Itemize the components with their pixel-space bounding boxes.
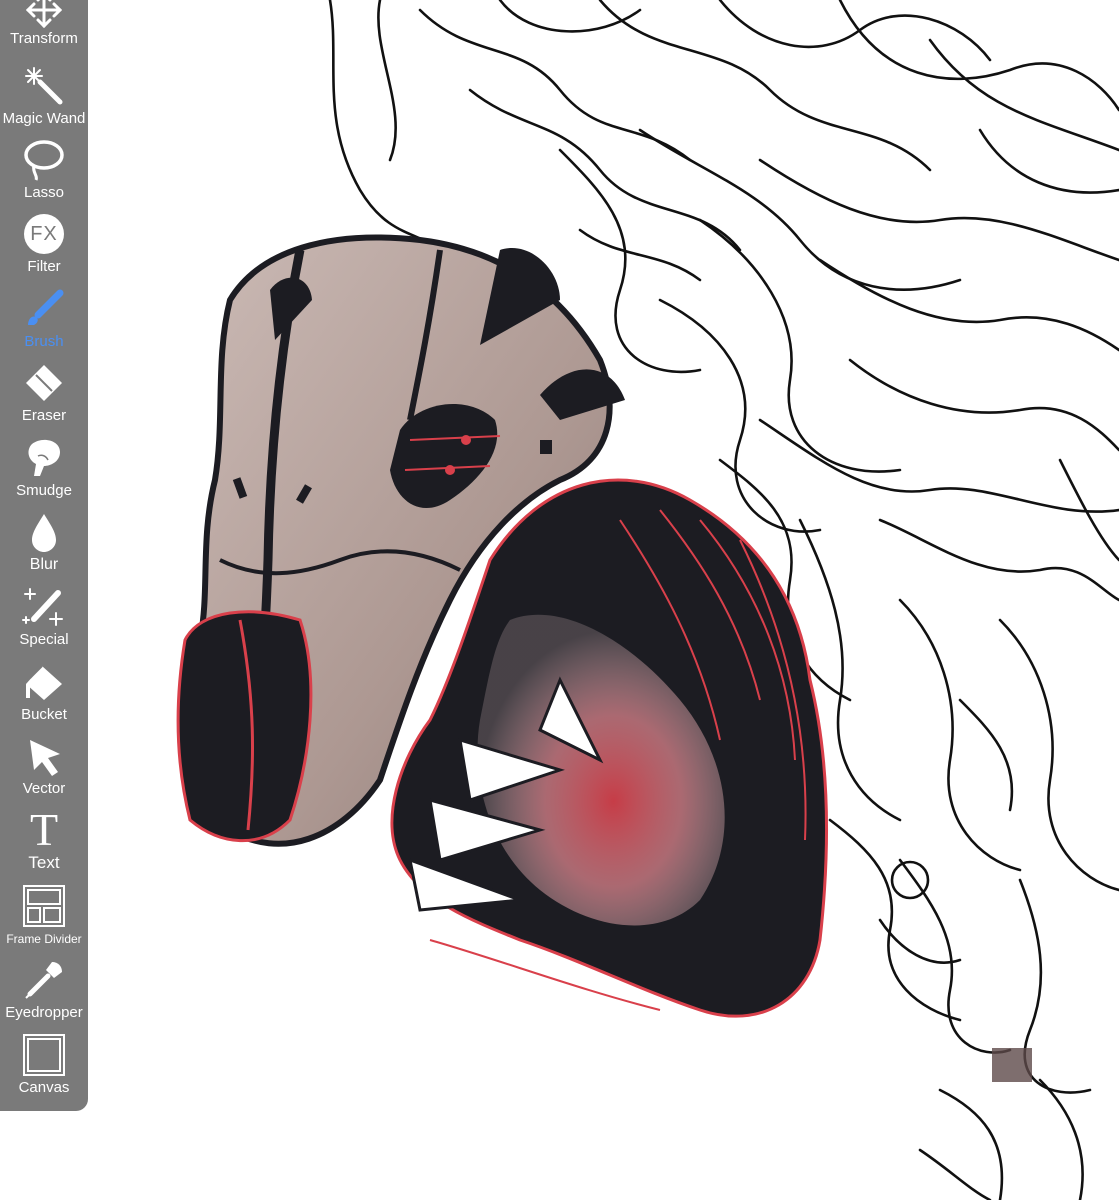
tool-label: Lasso: [23, 184, 65, 201]
tool-bucket[interactable]: Bucket: [0, 660, 88, 734]
tool-eraser[interactable]: Eraser: [0, 361, 88, 435]
tool-eyedropper[interactable]: Eyedropper: [0, 958, 88, 1032]
tool-lasso[interactable]: Lasso: [0, 138, 88, 212]
tool-label: Text: [28, 853, 60, 872]
tool-frame-divider[interactable]: Frame Divider: [0, 884, 88, 958]
transform-arrows-icon: [22, 0, 66, 29]
tool-label: Transform: [10, 30, 78, 47]
tool-label: Eraser: [21, 407, 67, 424]
magic-wand-icon: [22, 64, 66, 108]
special-pen-icon: [22, 585, 66, 629]
tool-transform[interactable]: Transform: [0, 0, 88, 74]
colored-mask: [176, 234, 829, 1018]
tool-special[interactable]: Special: [0, 585, 88, 659]
tool-magic-wand[interactable]: Magic Wand: [0, 64, 88, 138]
tool-palette: Transform Magic Wand Lasso FX Filter Bru…: [0, 0, 88, 1111]
tool-label: Smudge: [16, 482, 72, 499]
eyedropper-icon: [22, 958, 66, 1002]
canvas-square-icon: [22, 1033, 66, 1077]
tool-label: Brush: [24, 333, 64, 350]
frame-divider-icon: [22, 884, 66, 928]
fx-icon-text: FX: [30, 222, 58, 245]
brush-icon: [22, 287, 66, 331]
tool-label: Magic Wand: [2, 110, 86, 127]
smudge-finger-icon: [22, 436, 66, 480]
bucket-icon: [22, 660, 66, 704]
tool-label: Bucket: [21, 706, 67, 723]
text-icon-glyph: T: [29, 804, 59, 855]
drawing-canvas[interactable]: [0, 0, 1119, 1200]
tool-label: Filter: [27, 258, 61, 275]
color-swatch-mark: [992, 1048, 1032, 1082]
tool-label: Canvas: [18, 1079, 70, 1096]
tool-canvas[interactable]: Canvas: [0, 1033, 88, 1107]
artwork: [176, 0, 1119, 1200]
fx-filter-icon: FX: [22, 212, 66, 256]
tool-brush[interactable]: Brush: [0, 287, 88, 361]
tool-label: Special: [19, 631, 69, 648]
tool-blur[interactable]: Blur: [0, 510, 88, 584]
tool-label: Eyedropper: [5, 1004, 83, 1021]
vector-arrow-icon: [22, 734, 66, 778]
text-t-icon: T: [22, 804, 66, 855]
tool-smudge[interactable]: Smudge: [0, 436, 88, 510]
tool-label: Blur: [29, 556, 59, 573]
tool-label: Vector: [22, 780, 66, 797]
tool-filter[interactable]: FX Filter: [0, 212, 88, 286]
tool-vector[interactable]: Vector: [0, 734, 88, 808]
eraser-icon: [22, 361, 66, 405]
tool-label: Frame Divider: [6, 932, 82, 946]
lasso-icon: [22, 138, 66, 182]
tool-text[interactable]: T Text: [0, 804, 88, 882]
blur-drop-icon: [22, 510, 66, 554]
